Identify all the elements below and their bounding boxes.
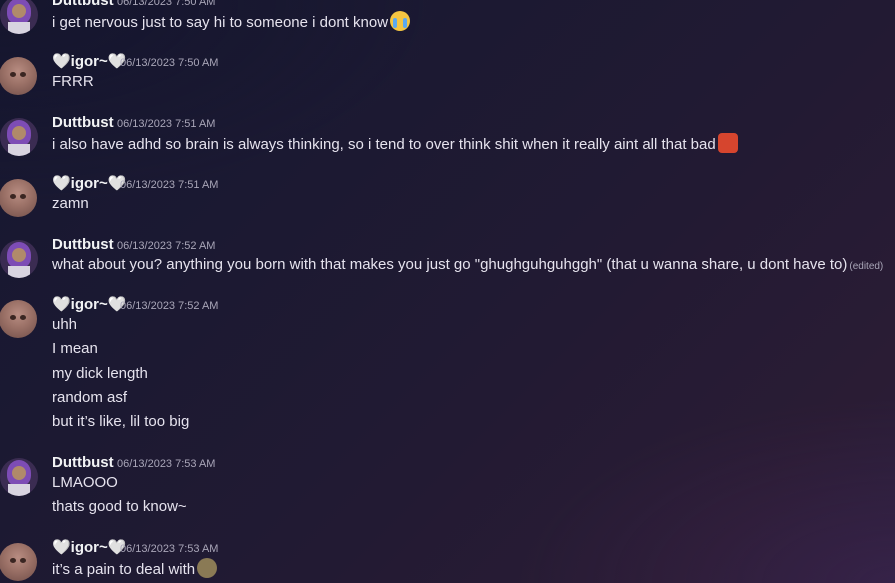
user-avatar[interactable] [0,179,37,217]
message-text: LMAOOO [52,474,118,491]
message-text: uhh [52,316,78,333]
message-line: but it’s like, lil too big [52,412,189,432]
message-line: LMAOOO [52,473,118,493]
username[interactable]: 🤍igor~🤍 [52,175,126,193]
message-group: 🤍igor~🤍 06/13/2023 7:53 AM it’s a pain to … [0,539,895,583]
message-line: FRRR [52,72,94,92]
chat-message-list[interactable]: Duttbust 06/13/2023 7:50 AM i get nervous … [0,0,895,583]
message-timestamp[interactable]: 06/13/2023 7:50 AM [117,0,215,9]
message-timestamp[interactable]: 06/13/2023 7:53 AM [117,457,215,471]
message-timestamp[interactable]: 06/13/2023 7:52 AM [120,299,218,313]
mummy-face-icon[interactable] [197,558,218,578]
avatar-face [12,4,26,18]
message-group: Duttbust 06/13/2023 7:51 AM i also have ad… [0,114,895,168]
message-line: my dick length [52,364,148,384]
username[interactable]: 🤍igor~🤍 [52,296,126,314]
message-text: zamn [52,195,89,212]
message-text: my dick length [52,364,148,382]
loudly-crying-face-icon[interactable] [390,11,411,31]
message-line: i get nervous just to say hi to someone … [52,11,411,33]
message-text: FRRR [52,73,94,90]
user-avatar[interactable] [0,458,38,496]
avatar-face [12,248,26,262]
anime-sticker-icon[interactable] [717,133,738,153]
message-line: uhh [52,315,77,335]
message-text: it’s a pain to deal with [52,561,196,578]
message-text: what about you? anything you born with t… [52,256,848,273]
message-line: it’s a pain to deal with [52,558,218,580]
username[interactable]: 🤍igor~🤍 [52,539,126,557]
message-group: Duttbust 06/13/2023 7:53 AM LMAOOO thats go… [0,454,895,533]
avatar-eye [10,558,16,563]
message-line: I mean [52,339,98,359]
avatar-eye [20,315,26,320]
message-text: i get nervous just to say hi to someone … [52,14,389,31]
user-avatar[interactable] [0,300,37,338]
message-line: thats good to know~ [52,497,187,517]
avatar-eye [10,194,16,199]
avatar-eye [10,72,16,77]
username[interactable]: Duttbust [52,0,114,10]
message-line: i also have adhd so brain is always thin… [52,133,738,155]
message-line: random asf [52,388,127,408]
message-group: 🤍igor~🤍 06/13/2023 7:50 AM FRRR [0,53,895,107]
avatar-face [12,466,26,480]
username[interactable]: Duttbust [52,236,114,254]
message-text: but it’s like, lil too big [52,413,190,430]
user-avatar[interactable] [0,57,37,95]
avatar-shirt [8,266,30,278]
avatar-shirt [8,22,30,34]
message-timestamp[interactable]: 06/13/2023 7:50 AM [120,56,218,70]
message-timestamp[interactable]: 06/13/2023 7:51 AM [120,178,218,192]
message-timestamp[interactable]: 06/13/2023 7:52 AM [117,239,215,253]
avatar-eye [20,194,26,199]
message-text: i also have adhd so brain is always thin… [52,136,716,153]
message-group: Duttbust 06/13/2023 7:52 AM what about you… [0,236,895,290]
user-avatar[interactable] [0,0,38,34]
message-timestamp[interactable]: 06/13/2023 7:51 AM [117,117,215,131]
user-avatar[interactable] [0,118,38,156]
message-text: thats good to know~ [52,498,187,516]
edited-indicator: (edited) [849,261,884,272]
avatar-face [12,126,26,140]
avatar-shirt [8,484,30,496]
message-line: what about you? anything you born with t… [52,255,883,277]
user-avatar[interactable] [0,240,38,278]
avatar-shirt [8,144,30,156]
user-avatar[interactable] [0,543,37,581]
message-timestamp[interactable]: 06/13/2023 7:53 AM [120,542,218,556]
message-text: random asf [52,388,128,406]
message-group: 🤍igor~🤍 06/13/2023 7:52 AM uhh I mean my dic… [0,296,895,447]
message-line: zamn [52,194,89,214]
avatar-eye [10,315,16,320]
username[interactable]: Duttbust [52,454,114,472]
avatar-eye [20,558,26,563]
message-group: Duttbust 06/13/2023 7:50 AM i get nervous … [0,0,895,46]
username[interactable]: Duttbust [52,114,114,132]
message-group: 🤍igor~🤍 06/13/2023 7:51 AM zamn [0,175,895,229]
message-text: I mean [52,340,98,358]
username[interactable]: 🤍igor~🤍 [52,53,126,71]
avatar-eye [20,72,26,77]
